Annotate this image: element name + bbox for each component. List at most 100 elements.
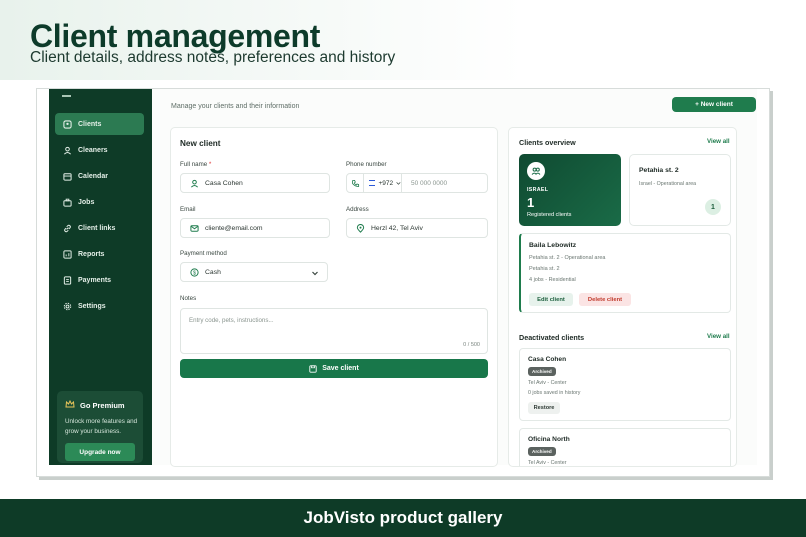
users-icon	[527, 162, 545, 180]
chevron-down-icon	[312, 271, 318, 276]
mail-icon	[189, 223, 199, 233]
sidebar-item-label: Clients	[78, 120, 102, 128]
deactivated-client-location: Tel Aviv - Center	[528, 460, 567, 466]
save-client-button[interactable]: Save client	[180, 359, 488, 378]
address-card[interactable]: Petahia st. 2 Israel - Operational area …	[629, 154, 731, 226]
sidebar-item-clients[interactable]: Clients	[55, 113, 144, 135]
sidebar-item-jobs[interactable]: Jobs	[55, 191, 144, 213]
full-name-value: Casa Cohen	[205, 179, 243, 187]
sidebar-item-label: Reports	[78, 250, 105, 258]
menu-icon[interactable]	[62, 93, 71, 97]
calendar-icon	[63, 172, 72, 181]
delete-client-button[interactable]: Delete client	[579, 293, 631, 306]
overview-title: Clients overview	[519, 138, 576, 147]
address-card-sub: Israel - Operational area	[639, 181, 697, 187]
archived-badge: Archived	[528, 367, 556, 376]
app-window: Clients Cleaners Calendar Jobs Client li…	[49, 89, 757, 467]
notes-placeholder: Entry code, pets, instructions...	[189, 317, 274, 324]
client-area: Petahia st. 2 - Operational area	[529, 255, 606, 261]
gear-icon	[63, 302, 72, 311]
app-screenshot-frame: Clients Cleaners Calendar Jobs Client li…	[36, 88, 770, 477]
link-icon	[63, 224, 72, 233]
premium-card: Go Premium Unlock more features and grow…	[57, 391, 143, 463]
chart-icon	[63, 249, 72, 259]
clients-overview-panel: Clients overview View all ISRAEL 1 Regis…	[508, 127, 737, 467]
sidebar-item-payments[interactable]: Payments	[55, 269, 144, 291]
user-group-icon	[63, 146, 72, 155]
deactivated-title: Deactivated clients	[519, 333, 585, 342]
form-title: New client	[180, 139, 221, 148]
address-count-badge: 1	[705, 199, 721, 215]
notes-textarea[interactable]: Entry code, pets, instructions... 0 / 50…	[180, 308, 488, 354]
sidebar-item-client-links[interactable]: Client links	[55, 217, 144, 239]
client-address: Petahia st. 2	[529, 266, 560, 272]
phone-input[interactable]: 50 000 0000	[401, 173, 488, 193]
sidebar-item-reports[interactable]: Reports	[55, 243, 144, 265]
hero-subtitle: Client details, address notes, preferenc…	[30, 49, 396, 66]
sidebar-item-label: Client links	[78, 224, 116, 232]
briefcase-icon	[63, 198, 72, 207]
receipt-icon	[63, 275, 72, 285]
deactivated-client-name: Casa Cohen	[528, 356, 567, 363]
sidebar-item-label: Payments	[78, 276, 112, 284]
full-name-field[interactable]: Casa Cohen	[180, 173, 330, 193]
country-code-select[interactable]: +972	[363, 173, 402, 193]
stat-country: ISRAEL	[527, 187, 549, 193]
client-jobs: 4 jobs - Residential	[529, 277, 576, 283]
sidebar-item-cleaners[interactable]: Cleaners	[55, 139, 144, 161]
email-label: Email	[180, 206, 196, 213]
sidebar: Clients Cleaners Calendar Jobs Client li…	[49, 89, 152, 465]
registered-clients-card[interactable]: ISRAEL 1 Registered clients	[519, 154, 621, 226]
edit-client-button[interactable]: Edit client	[529, 293, 573, 306]
deactivated-client-location: Tel Aviv - Center	[528, 380, 567, 386]
cash-icon: $	[189, 267, 199, 277]
address-field[interactable]: Herzl 42, Tel Aviv	[346, 218, 488, 238]
premium-title: Go Premium	[80, 400, 125, 410]
sidebar-item-label: Jobs	[78, 198, 95, 206]
premium-description: Unlock more features and grow your busin…	[65, 418, 138, 435]
client-card[interactable]: Baila Lebowitz Petahia st. 2 - Operation…	[519, 233, 731, 313]
deactivated-client-card[interactable]: Oficina North Archived Tel Aviv - Center	[519, 428, 731, 466]
deactivated-client-name: Oficina North	[528, 436, 570, 443]
phone-icon	[346, 173, 364, 193]
page-subtitle: Manage your clients and their informatio…	[171, 103, 300, 110]
users-icon	[63, 119, 72, 129]
required-mark: *	[208, 161, 212, 168]
notes-label: Notes	[180, 295, 197, 302]
restore-button[interactable]: Restore	[528, 402, 560, 414]
location-pin-icon	[355, 223, 365, 233]
new-client-button[interactable]: + New client	[672, 97, 756, 112]
deactivated-client-history: 0 jobs saved in history	[528, 390, 581, 396]
address-label: Address	[346, 206, 369, 213]
israel-flag-icon	[369, 180, 376, 186]
deactivated-view-all-link[interactable]: View all	[707, 333, 730, 340]
user-icon	[189, 178, 199, 188]
gallery-footer: JobVisto product gallery	[0, 499, 806, 537]
save-icon	[309, 364, 317, 373]
client-name: Baila Lebowitz	[529, 242, 577, 249]
sidebar-item-settings[interactable]: Settings	[55, 295, 144, 317]
new-client-form: New client Full name * Casa Cohen Phone …	[170, 127, 498, 467]
upgrade-button[interactable]: Upgrade now	[65, 443, 135, 461]
email-field[interactable]: cliente@email.com	[180, 218, 330, 238]
svg-text:$: $	[193, 270, 196, 276]
address-card-name: Petahia st. 2	[639, 167, 679, 174]
payment-method-select[interactable]: $ Cash	[180, 262, 328, 282]
country-code-value: +972	[378, 179, 394, 187]
crown-icon	[65, 399, 80, 410]
notes-char-counter: 0 / 500	[463, 342, 480, 348]
overview-view-all-link[interactable]: View all	[707, 138, 730, 145]
save-client-label: Save client	[322, 365, 359, 372]
sidebar-item-calendar[interactable]: Calendar	[55, 165, 144, 187]
sidebar-item-label: Cleaners	[78, 146, 108, 154]
payment-method-value: Cash	[205, 268, 221, 276]
deactivated-client-card[interactable]: Casa Cohen Archived Tel Aviv - Center 0 …	[519, 348, 731, 421]
phone-label: Phone number	[346, 161, 387, 168]
archived-badge: Archived	[528, 447, 556, 456]
email-value: cliente@email.com	[205, 224, 263, 232]
payment-method-label: Payment method	[180, 250, 227, 257]
full-name-label: Full name *	[180, 161, 212, 168]
address-value: Herzl 42, Tel Aviv	[371, 224, 423, 232]
sidebar-item-label: Settings	[78, 302, 106, 310]
stat-label: Registered clients	[527, 212, 572, 218]
